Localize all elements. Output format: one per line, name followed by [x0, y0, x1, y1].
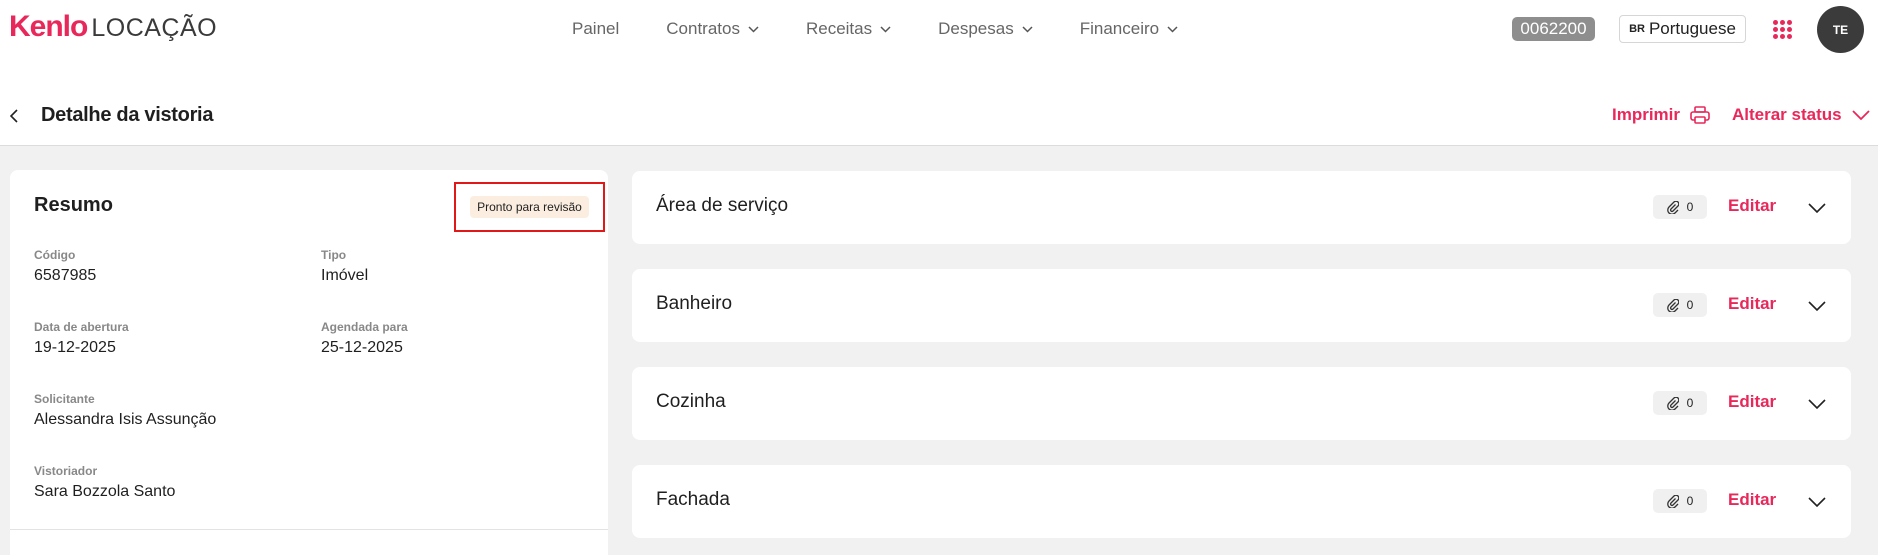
account-code-badge: 0062200	[1512, 17, 1595, 41]
main-nav: Painel Contratos Receitas Despesas Finan…	[572, 19, 1225, 39]
chevron-down-icon	[1022, 25, 1033, 33]
attachments-count: 0	[1653, 195, 1707, 219]
nav-item-contratos[interactable]: Contratos	[666, 19, 759, 39]
attachments-value: 0	[1686, 494, 1694, 508]
field-agendada-para: Agendada para 25-12-2025	[321, 320, 408, 357]
field-label: Vistoriador	[34, 464, 98, 478]
field-value: Alessandra Isis Assunção	[34, 411, 217, 428]
user-avatar[interactable]: TE	[1817, 6, 1864, 53]
nav-item-despesas[interactable]: Despesas	[938, 19, 1033, 39]
logo-product: LOCAÇÃO	[91, 14, 218, 42]
logo-brand: Kenlo	[9, 10, 88, 43]
change-status-label: Alterar status	[1732, 105, 1842, 124]
back-arrow-icon[interactable]	[6, 106, 22, 126]
paperclip-icon	[1666, 298, 1679, 312]
summary-card: Resumo Pronto para revisão Código 658798…	[10, 170, 608, 555]
chevron-down-icon	[1851, 110, 1870, 120]
status-badge-highlight: Pronto para revisão	[454, 182, 605, 232]
attachments-value: 0	[1686, 396, 1694, 410]
paperclip-icon	[1666, 396, 1679, 410]
attachments-value: 0	[1686, 298, 1694, 312]
section-card[interactable]: Fachada 0 Editar	[632, 465, 1851, 538]
page-header: Detalhe da vistoria Imprimir Alterar sta…	[0, 62, 1878, 146]
language-label: Portuguese	[1648, 19, 1736, 38]
chevron-down-icon[interactable]	[1806, 393, 1828, 415]
field-label: Data de abertura	[34, 320, 129, 334]
edit-button[interactable]: Editar	[1728, 294, 1776, 314]
br-flag-icon: BR	[1629, 23, 1645, 35]
status-badge: Pronto para revisão	[470, 196, 589, 218]
attachments-count: 0	[1653, 293, 1707, 317]
printer-icon	[1690, 106, 1710, 124]
nav-label: Contratos	[666, 19, 740, 38]
section-name: Banheiro	[656, 293, 733, 314]
nav-item-painel[interactable]: Painel	[572, 19, 619, 39]
field-value: Imóvel	[321, 267, 369, 284]
chevron-down-icon[interactable]	[1806, 295, 1828, 317]
nav-label: Financeiro	[1079, 19, 1160, 38]
nav-item-financeiro[interactable]: Financeiro	[1080, 19, 1178, 39]
field-value: Sara Bozzola Santo	[34, 483, 176, 500]
nav-label: Receitas	[805, 19, 873, 38]
chevron-down-icon	[880, 25, 891, 33]
field-codigo: Código 6587985	[34, 248, 96, 285]
chevron-down-icon[interactable]	[1806, 197, 1828, 219]
section-name: Área de serviço	[656, 195, 789, 216]
edit-button[interactable]: Editar	[1728, 392, 1776, 412]
print-button[interactable]: Imprimir	[1612, 105, 1710, 125]
section-card[interactable]: Banheiro 0 Editar	[632, 269, 1851, 342]
page-title: Detalhe da vistoria	[41, 104, 214, 126]
section-card[interactable]: Área de serviço 0 Editar	[632, 171, 1851, 244]
field-value: 19-12-2025	[34, 339, 116, 356]
chevron-down-icon[interactable]	[1806, 491, 1828, 513]
print-label: Imprimir	[1612, 105, 1681, 124]
field-label: Tipo	[321, 248, 347, 262]
summary-title: Resumo	[34, 194, 113, 216]
section-card[interactable]: Cozinha 0 Editar	[632, 367, 1851, 440]
section-name: Cozinha	[656, 391, 726, 412]
field-solicitante: Solicitante Alessandra Isis Assunção	[34, 392, 216, 429]
divider	[10, 529, 608, 530]
field-label: Código	[34, 248, 76, 262]
field-label: Solicitante	[34, 392, 95, 406]
attachments-count: 0	[1653, 391, 1707, 415]
attachments-count: 0	[1653, 489, 1707, 513]
edit-button[interactable]: Editar	[1728, 196, 1776, 216]
app-logo[interactable]: Kenlo LOCAÇÃO	[9, 10, 217, 44]
paperclip-icon	[1666, 200, 1679, 214]
top-bar: Kenlo LOCAÇÃO Painel Contratos Receitas …	[0, 0, 1878, 62]
field-vistoriador: Vistoriador Sara Bozzola Santo	[34, 464, 175, 501]
edit-button[interactable]: Editar	[1728, 490, 1776, 510]
chevron-down-icon	[748, 25, 759, 33]
field-value: 6587985	[34, 267, 97, 284]
change-status-button[interactable]: Alterar status	[1732, 105, 1870, 125]
section-name: Fachada	[656, 489, 730, 510]
field-data-abertura: Data de abertura 19-12-2025	[34, 320, 129, 357]
nav-label: Painel	[572, 19, 620, 38]
field-label: Agendada para	[321, 320, 408, 334]
apps-grid-icon[interactable]	[1773, 20, 1792, 39]
field-tipo: Tipo Imóvel	[321, 248, 368, 285]
nav-label: Despesas	[938, 19, 1014, 38]
chevron-down-icon	[1167, 25, 1178, 33]
field-value: 25-12-2025	[321, 339, 403, 356]
language-selector[interactable]: BR Portuguese	[1619, 15, 1746, 43]
attachments-value: 0	[1686, 200, 1694, 214]
nav-item-receitas[interactable]: Receitas	[806, 19, 891, 39]
paperclip-icon	[1666, 494, 1679, 508]
